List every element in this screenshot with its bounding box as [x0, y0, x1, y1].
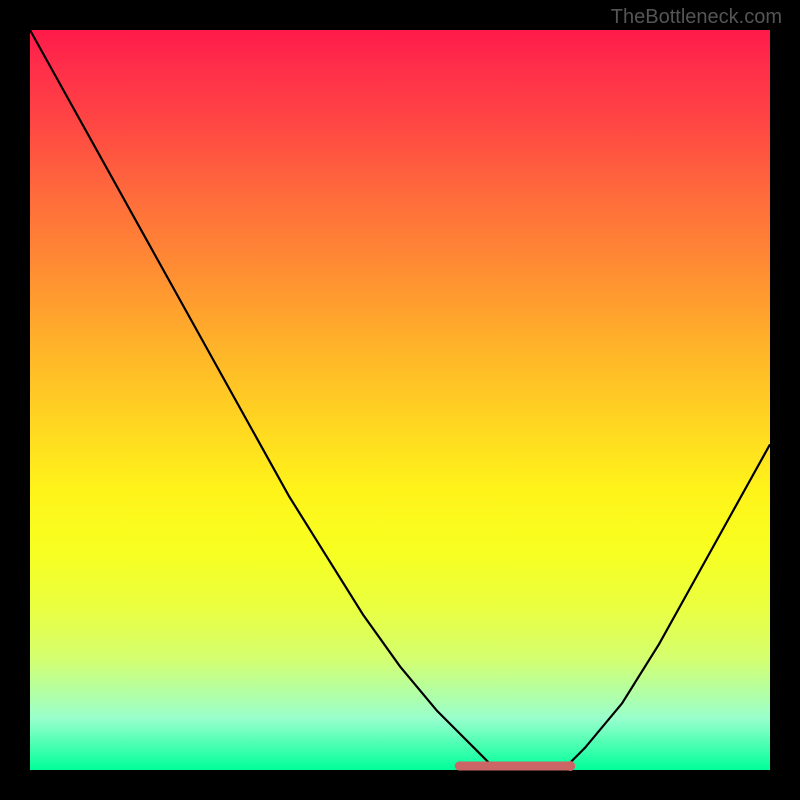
chart-svg	[30, 30, 770, 770]
watermark-text: TheBottleneck.com	[611, 6, 782, 29]
chart-container: TheBottleneck.com	[0, 0, 800, 800]
flat-segment-end-dot	[565, 761, 575, 771]
bottleneck-curve	[30, 30, 770, 770]
